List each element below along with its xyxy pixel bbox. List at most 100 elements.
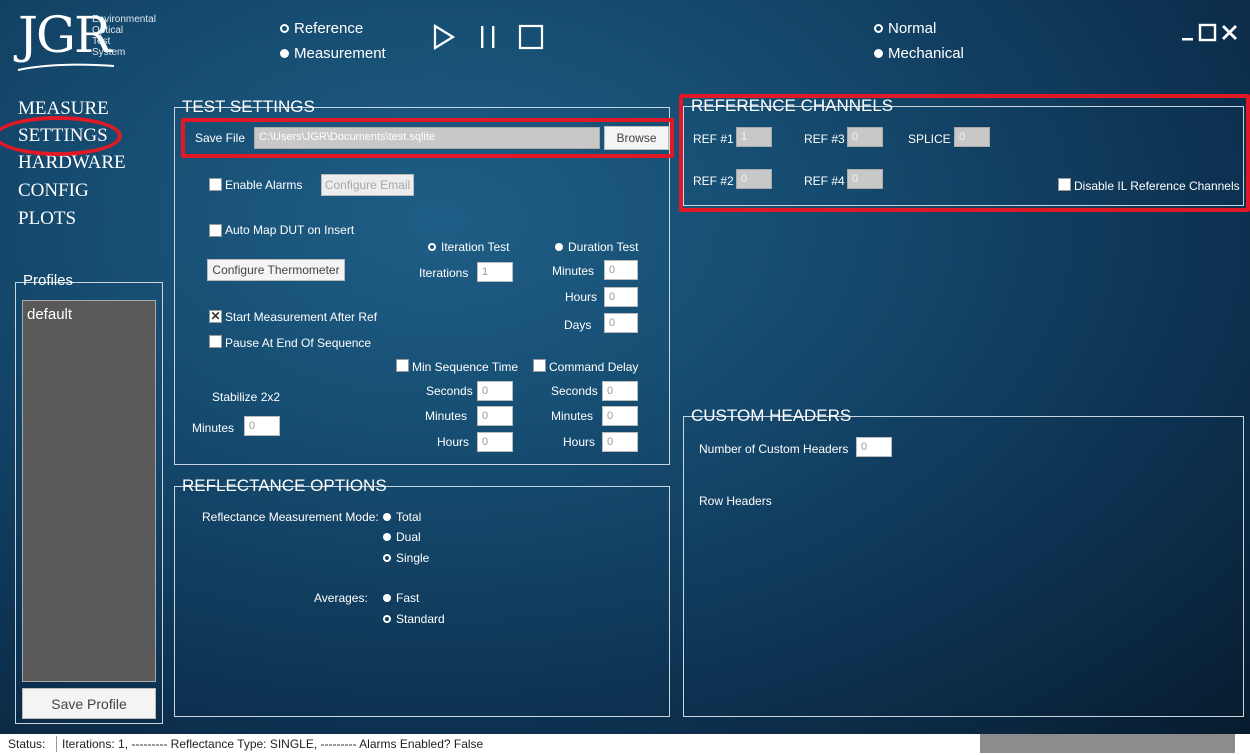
- command-delay-label: Command Delay: [549, 360, 639, 374]
- status-bar: Status: Iterations: 1, --------- Reflect…: [0, 734, 1250, 755]
- ref2-label: REF #2: [693, 174, 734, 188]
- radio-label: Iteration Test: [441, 240, 510, 254]
- min-seconds-input[interactable]: 0: [477, 381, 513, 401]
- status-label: Status:: [8, 737, 46, 751]
- radio-label: Standard: [396, 612, 445, 626]
- ref1-label: REF #1: [693, 132, 734, 146]
- nav-plots[interactable]: PLOTS: [18, 208, 76, 230]
- radio-normal[interactable]: Normal: [874, 20, 936, 37]
- radio-filled-icon: [383, 533, 391, 541]
- radio-single[interactable]: Single: [383, 551, 429, 565]
- radio-label: Duration Test: [568, 240, 639, 254]
- pause-end-checkbox[interactable]: [209, 335, 222, 348]
- profiles-title: Profiles: [23, 272, 74, 289]
- profile-item-default[interactable]: default: [23, 301, 155, 328]
- radio-iteration-test[interactable]: Iteration Test: [428, 240, 509, 254]
- reflectance-title: REFLECTANCE OPTIONS: [182, 476, 387, 495]
- ref3-input[interactable]: 0: [847, 127, 883, 147]
- stop-icon[interactable]: [518, 24, 544, 50]
- custom-headers-count-input[interactable]: 0: [856, 437, 892, 457]
- browse-button[interactable]: Browse: [604, 126, 669, 150]
- radio-filled-icon: [280, 49, 289, 58]
- start-after-ref-checkbox[interactable]: ✕: [209, 310, 222, 323]
- min-hours-input[interactable]: 0: [477, 432, 513, 452]
- min-seconds-label: Seconds: [426, 384, 473, 398]
- status-divider: [56, 736, 57, 752]
- ref2-input[interactable]: 0: [736, 169, 772, 189]
- cmd-seconds-input[interactable]: 0: [602, 381, 638, 401]
- radio-measurement[interactable]: Measurement: [280, 45, 386, 62]
- min-minutes-input[interactable]: 0: [477, 406, 513, 426]
- radio-label: Reference: [294, 20, 364, 37]
- reflectance-mode-label: Reflectance Measurement Mode:: [202, 510, 379, 524]
- minimize-icon[interactable]: [1182, 38, 1193, 41]
- pause-end-label: Pause At End Of Sequence: [225, 336, 372, 350]
- cmd-seconds-label: Seconds: [551, 384, 598, 398]
- cmd-minutes-input[interactable]: 0: [602, 406, 638, 426]
- radio-label: Mechanical: [888, 45, 964, 62]
- nav-config[interactable]: CONFIG: [18, 180, 89, 202]
- radio-fast[interactable]: Fast: [383, 591, 419, 605]
- stabilize-minutes-label: Minutes: [192, 421, 235, 435]
- min-hours-label: Hours: [437, 435, 470, 449]
- logo-line: Environmental: [92, 14, 156, 25]
- ref4-input[interactable]: 0: [847, 169, 883, 189]
- ref4-label: REF #4: [804, 174, 845, 188]
- disable-il-checkbox[interactable]: [1058, 178, 1071, 191]
- cmd-hours-label: Hours: [563, 435, 596, 449]
- radio-label: Fast: [396, 591, 420, 605]
- save-file-label: Save File: [195, 131, 246, 145]
- command-delay-checkbox[interactable]: [533, 359, 546, 372]
- start-after-ref-label: Start Measurement After Ref: [225, 310, 378, 324]
- cmd-minutes-label: Minutes: [551, 409, 594, 423]
- averages-label: Averages:: [314, 591, 368, 605]
- duration-hours-input[interactable]: 0: [604, 287, 638, 307]
- profiles-list[interactable]: default: [22, 300, 156, 682]
- radio-reference[interactable]: Reference: [280, 20, 363, 37]
- radio-filled-icon: [555, 243, 563, 251]
- radio-standard[interactable]: Standard: [383, 612, 445, 626]
- logo-line: System: [92, 47, 126, 58]
- progress-bar: [980, 734, 1235, 753]
- iterations-input[interactable]: 1: [477, 262, 513, 282]
- duration-days-input[interactable]: 0: [604, 313, 638, 333]
- radio-label: Single: [396, 551, 430, 565]
- ref1-input[interactable]: 1: [736, 127, 772, 147]
- splice-label: SPLICE: [908, 132, 951, 146]
- maximize-icon[interactable]: [1198, 23, 1217, 42]
- radio-empty-icon: [874, 24, 883, 33]
- radio-filled-icon: [383, 513, 391, 521]
- radio-label: Normal: [888, 20, 937, 37]
- status-text: Iterations: 1, --------- Reflectance Typ…: [62, 737, 484, 751]
- duration-minutes-input[interactable]: 0: [604, 260, 638, 280]
- configure-thermometer-button[interactable]: Configure Thermometer: [207, 259, 345, 281]
- save-file-input[interactable]: C:\Users\JGR\Documents\test.sqlite: [254, 127, 600, 149]
- logo-subtitle: Environmental Optical Test System: [92, 14, 156, 58]
- configure-email-button[interactable]: Configure Email: [321, 174, 414, 196]
- pause-icon[interactable]: [478, 24, 498, 50]
- min-sequence-checkbox[interactable]: [396, 359, 409, 372]
- radio-mechanical[interactable]: Mechanical: [874, 45, 964, 62]
- reference-channels-highlight: [679, 94, 1250, 212]
- stabilize-minutes-input[interactable]: 0: [244, 416, 280, 436]
- radio-dual[interactable]: Dual: [383, 530, 421, 544]
- close-icon[interactable]: [1222, 25, 1237, 40]
- radio-label: Total: [396, 510, 422, 524]
- auto-map-checkbox[interactable]: [209, 224, 222, 237]
- ref3-label: REF #3: [804, 132, 845, 146]
- custom-headers-title: CUSTOM HEADERS: [691, 406, 852, 425]
- test-settings-title: TEST SETTINGS: [182, 97, 315, 116]
- custom-headers-count-label: Number of Custom Headers: [699, 442, 849, 456]
- test-settings-panel: TEST SETTINGS: [174, 97, 670, 465]
- save-profile-button[interactable]: Save Profile: [22, 688, 156, 719]
- play-icon[interactable]: [432, 24, 456, 50]
- radio-total[interactable]: Total: [383, 510, 421, 524]
- radio-filled-icon: [383, 594, 391, 602]
- logo-line: Test: [92, 36, 111, 47]
- cmd-hours-input[interactable]: 0: [602, 432, 638, 452]
- splice-input[interactable]: 0: [954, 127, 990, 147]
- enable-alarms-checkbox[interactable]: [209, 178, 222, 191]
- radio-duration-test[interactable]: Duration Test: [555, 240, 638, 254]
- duration-hours-label: Hours: [565, 290, 598, 304]
- duration-minutes-label: Minutes: [552, 264, 595, 278]
